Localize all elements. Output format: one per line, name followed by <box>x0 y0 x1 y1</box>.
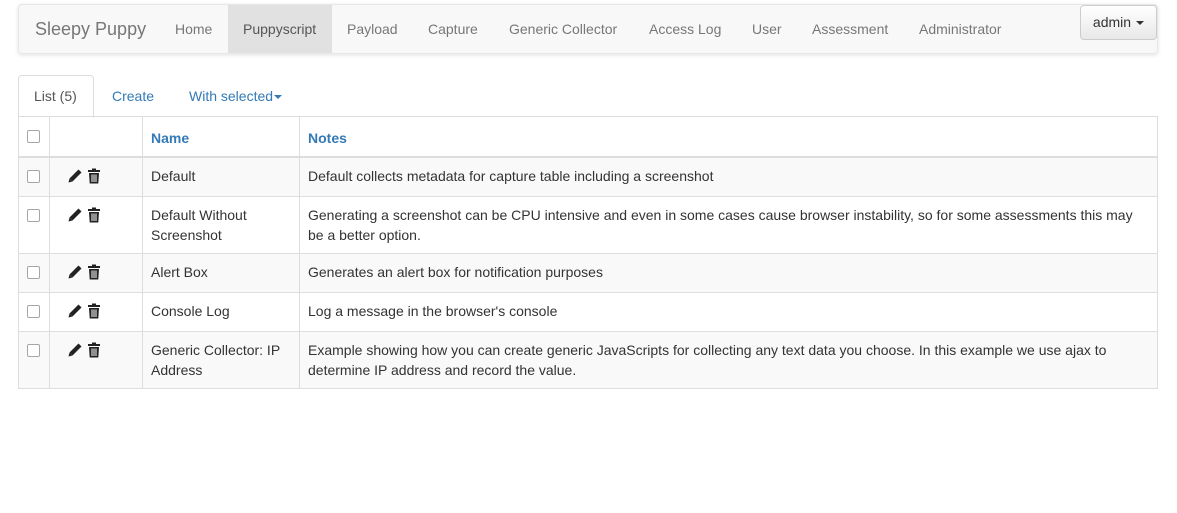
row-notes: Default collects metadata for capture ta… <box>299 156 1158 197</box>
with-selected-label: With selected <box>189 88 274 104</box>
nav-generic-collector[interactable]: Generic Collector <box>494 5 632 53</box>
trash-icon[interactable] <box>86 342 102 358</box>
row-actions <box>49 156 143 197</box>
nav-administrator[interactable]: Administrator <box>904 5 1016 53</box>
row-checkbox[interactable] <box>27 169 40 183</box>
nav-home[interactable]: Home <box>160 5 227 53</box>
row-select-cell <box>18 195 50 254</box>
column-header-notes[interactable]: Notes <box>299 116 1158 158</box>
table-row: Default Without Screenshot Generating a … <box>18 195 1158 254</box>
table-row: Default Default collects metadata for ca… <box>18 156 1158 197</box>
row-notes: Example showing how you can create gener… <box>299 330 1158 389</box>
row-notes: Generating a screenshot can be CPU inten… <box>299 195 1158 254</box>
trash-icon[interactable] <box>86 264 102 280</box>
tab-with-selected[interactable]: With selected <box>174 75 297 117</box>
row-name: Default <box>142 156 300 197</box>
row-checkbox[interactable] <box>27 265 40 279</box>
pencil-icon[interactable] <box>67 168 83 184</box>
admin-user-label: admin <box>1092 14 1132 30</box>
puppyscript-table: Name Notes Default Default collects meta… <box>18 116 1158 389</box>
nav-access-log[interactable]: Access Log <box>634 5 736 53</box>
nav-assessment[interactable]: Assessment <box>797 5 903 53</box>
row-select-cell <box>18 252 50 293</box>
row-notes: Generates an alert box for notification … <box>299 252 1158 293</box>
trash-icon[interactable] <box>86 168 102 184</box>
admin-user-menu-button[interactable]: admin <box>1080 5 1157 40</box>
nav-puppyscript[interactable]: Puppyscript <box>228 5 332 53</box>
tab-list[interactable]: List (5) <box>18 75 94 118</box>
caret-down-icon <box>274 95 283 100</box>
row-actions <box>49 291 143 332</box>
row-checkbox[interactable] <box>27 304 40 318</box>
row-name: Alert Box <box>142 252 300 293</box>
row-name: Console Log <box>142 291 300 332</box>
nav-user[interactable]: User <box>737 5 797 53</box>
pencil-icon[interactable] <box>67 264 83 280</box>
pencil-icon[interactable] <box>67 342 83 358</box>
table-header-row: Name Notes <box>18 116 1158 158</box>
tab-create[interactable]: Create <box>97 75 169 117</box>
brand-link[interactable]: Sleepy Puppy <box>35 5 146 53</box>
trash-icon[interactable] <box>86 303 102 319</box>
pencil-icon[interactable] <box>67 207 83 223</box>
select-all-cell <box>18 116 50 158</box>
table-row: Generic Collector: IP Address Example sh… <box>18 330 1158 389</box>
trash-icon[interactable] <box>86 207 102 223</box>
table-row: Console Log Log a message in the browser… <box>18 291 1158 332</box>
row-select-cell <box>18 330 50 389</box>
caret-down-icon <box>1136 21 1145 26</box>
row-name: Default Without Screenshot <box>142 195 300 254</box>
row-actions <box>49 330 143 389</box>
row-name: Generic Collector: IP Address <box>142 330 300 389</box>
row-actions <box>49 195 143 254</box>
top-navbar: Sleepy Puppy Home Puppyscript Payload Ca… <box>18 4 1158 54</box>
actions-header <box>49 116 143 158</box>
row-checkbox[interactable] <box>27 343 40 357</box>
list-tabs: List (5) Create With selected <box>18 75 1158 118</box>
row-notes: Log a message in the browser's console <box>299 291 1158 332</box>
row-actions <box>49 252 143 293</box>
column-header-name[interactable]: Name <box>142 116 300 158</box>
row-checkbox[interactable] <box>27 208 40 222</box>
row-select-cell <box>18 156 50 197</box>
pencil-icon[interactable] <box>67 303 83 319</box>
row-select-cell <box>18 291 50 332</box>
table-row: Alert Box Generates an alert box for not… <box>18 252 1158 293</box>
nav-capture[interactable]: Capture <box>413 5 493 53</box>
nav-payload[interactable]: Payload <box>332 5 413 53</box>
select-all-checkbox[interactable] <box>27 129 40 143</box>
